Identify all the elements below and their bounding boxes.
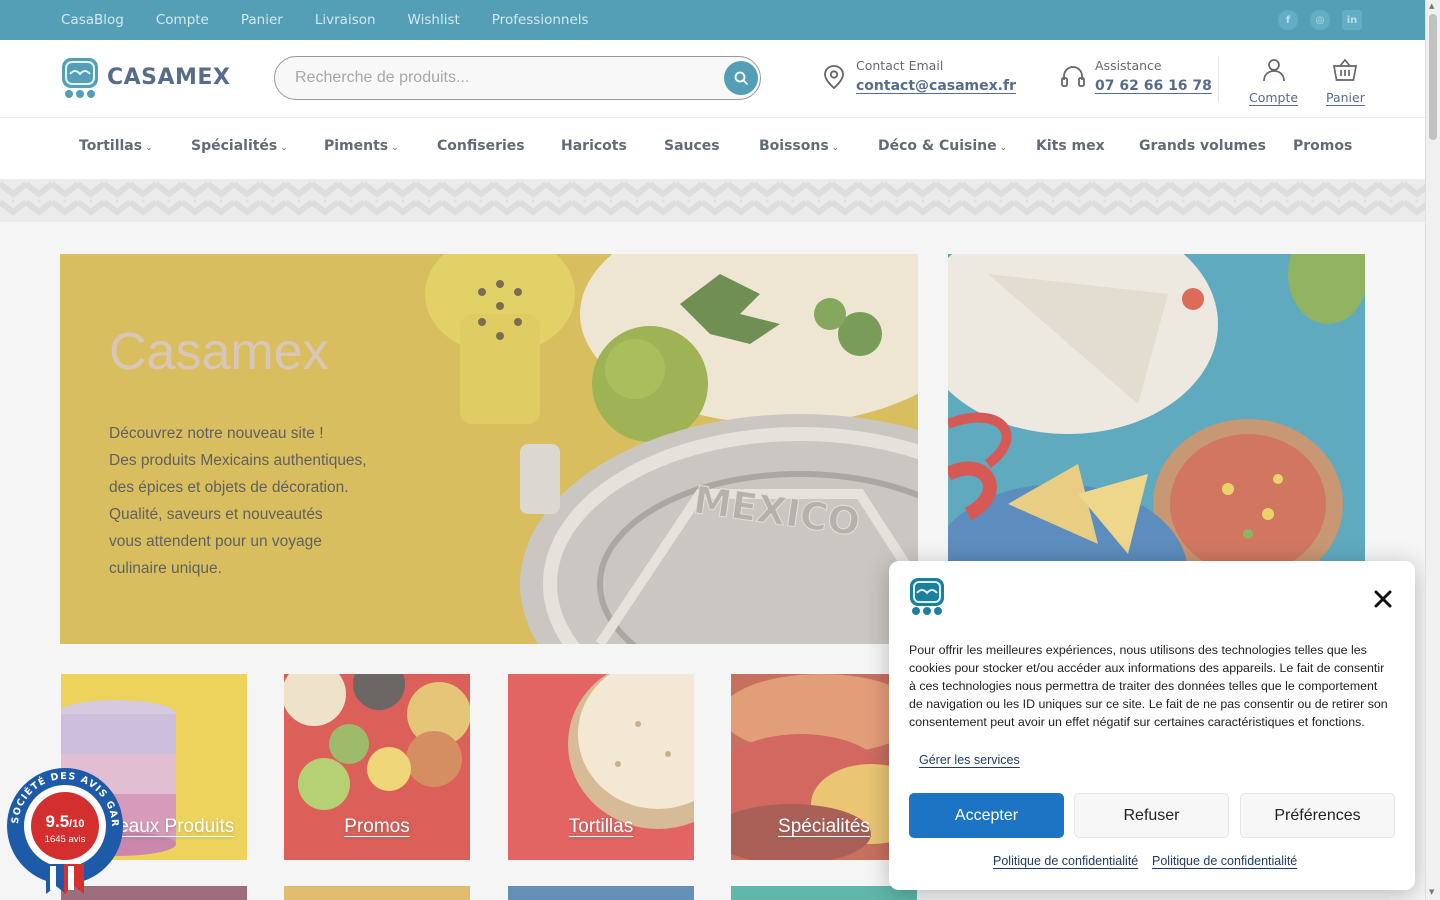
casamex-logo-icon [910,578,944,615]
reviews-badge[interactable]: SOCIÉTÉ DES AVIS GARANTIS 9.5/10 1645 av… [0,760,126,896]
badge-score: 9.5/10 [4,812,126,832]
badge-score-value: 9.5 [45,812,70,831]
refuse-button[interactable]: Refuser [1074,793,1229,838]
preferences-button[interactable]: Préférences [1240,793,1395,838]
reviews-badge-icon: SOCIÉTÉ DES AVIS GARANTIS [0,760,123,894]
close-icon[interactable] [1371,587,1395,611]
scroll-up-icon[interactable]: ▲ [1429,2,1434,10]
badge-count: 1645 avis [44,834,86,845]
cookie-consent-dialog: Pour offrir les meilleures expériences, … [889,561,1415,890]
cookie-message: Pour offrir les meilleures expériences, … [909,643,1388,729]
scrollbar-thumb[interactable] [1429,14,1437,140]
page-scrollbar[interactable]: ▲ ▼ [1425,0,1440,900]
privacy-policy-link[interactable]: Politique de confidentialité [1152,854,1297,868]
accept-button[interactable]: Accepter [909,793,1064,838]
manage-services-link[interactable]: Gérer les services [919,753,1020,767]
scroll-down-icon[interactable]: ▼ [1429,888,1434,896]
privacy-policy-link[interactable]: Politique de confidentialité [993,854,1138,868]
badge-score-max: /10 [69,818,85,830]
